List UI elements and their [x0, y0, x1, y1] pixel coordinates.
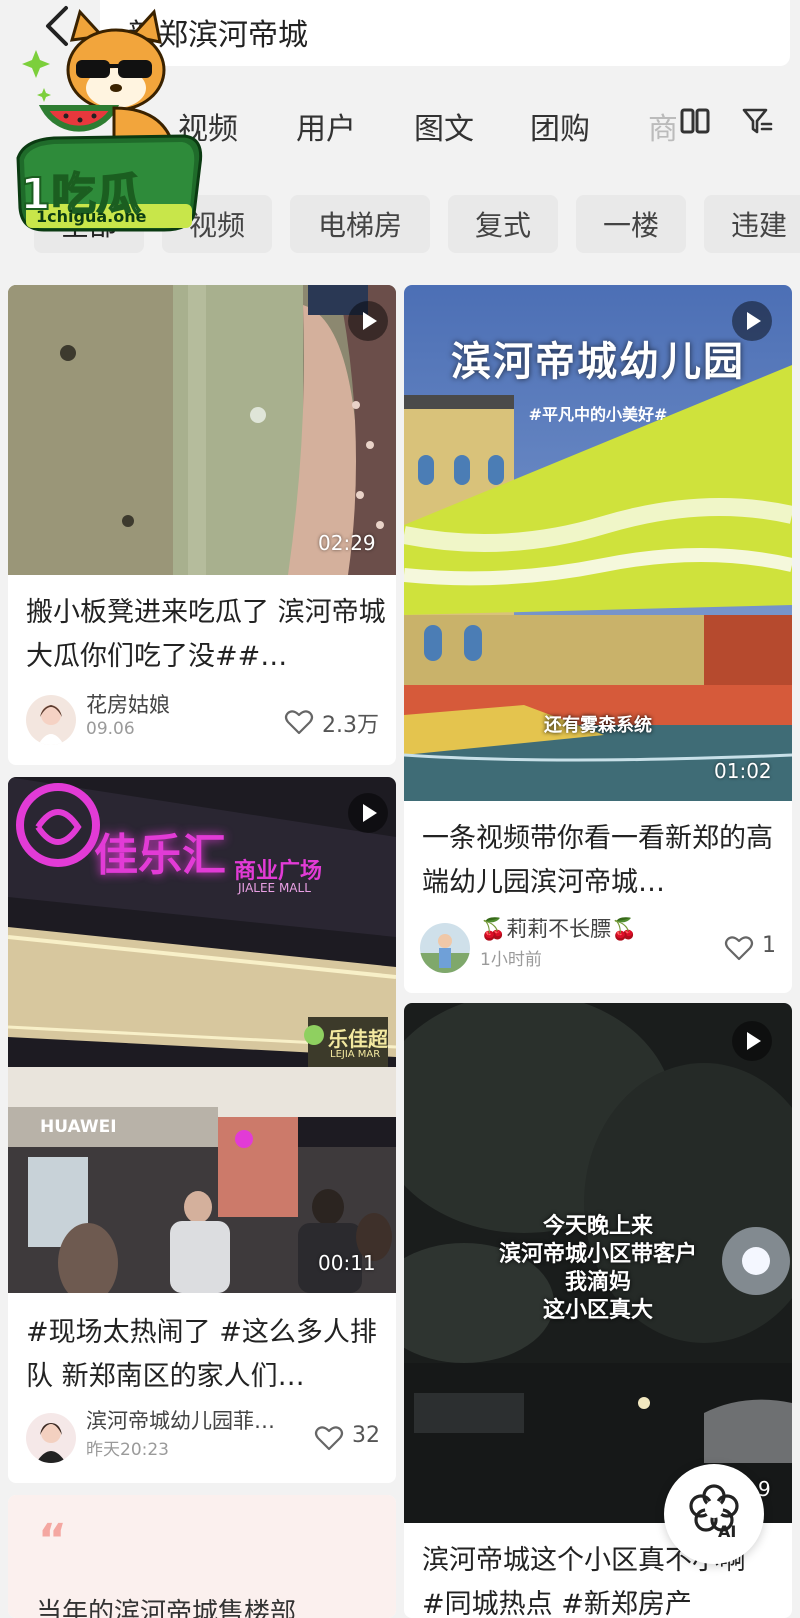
- author-avatar[interactable]: [420, 923, 470, 973]
- author-avatar[interactable]: [26, 695, 76, 745]
- heart-icon[interactable]: [314, 1423, 344, 1453]
- overlay-line-4: 这小区真大: [542, 1298, 653, 1323]
- overlay-line-3: 我滴妈: [564, 1270, 631, 1295]
- play-icon: [348, 793, 388, 833]
- video-duration: 02:29: [318, 531, 376, 555]
- watermark-logo: 1吃瓜 1chigua.one: [14, 8, 204, 233]
- feed-card[interactable]: 02:29 搬小板凳进来吃瓜了 滨河帝城大瓜你们吃了没##… 花房姑娘 09.0…: [8, 285, 396, 765]
- overlay-tag: #平凡中的小美好#: [528, 405, 668, 424]
- heart-icon[interactable]: [284, 707, 314, 737]
- video-duration: 00:11: [318, 1251, 376, 1275]
- tab-more[interactable]: 商: [648, 104, 676, 148]
- tab-image-text[interactable]: 图文: [414, 104, 474, 148]
- ai-label: AI: [718, 1522, 737, 1541]
- like-count: 32: [352, 1423, 380, 1448]
- video-duration: 01:02: [714, 759, 772, 783]
- overlay-caption: 还有雾森系统: [544, 715, 652, 736]
- play-icon: [348, 301, 388, 341]
- post-time: 昨天20:23: [86, 1440, 169, 1460]
- tab-users[interactable]: 用户: [296, 104, 356, 148]
- overlay-title: 滨河帝城幼儿园: [451, 339, 745, 385]
- like-count: 2.3万: [322, 713, 379, 738]
- filter-icon[interactable]: [740, 104, 774, 138]
- feed-card[interactable]: “ 当年的滨河帝城售楼部: [8, 1495, 396, 1618]
- card-title: 一条视频带你看一看新郑的高端幼儿园滨河帝城…: [422, 823, 773, 898]
- card-title: #现场太热闹了 #这么多人排队 新郑南区的家人们…: [26, 1317, 377, 1392]
- like-count: 1: [762, 933, 776, 958]
- heart-icon[interactable]: [724, 933, 754, 963]
- post-time: 09.06: [86, 719, 135, 739]
- author-name[interactable]: 花房姑娘: [86, 689, 170, 719]
- overlay-store: 乐佳超: [328, 1027, 388, 1051]
- post-time: 1小时前: [480, 950, 542, 970]
- feed-card[interactable]: 佳乐汇 商业广场 JIALEE MALL 乐佳超 LEJIA MAR HUAWE…: [8, 777, 396, 1483]
- author-avatar[interactable]: [26, 1413, 76, 1463]
- author-name[interactable]: 滨河帝城幼儿园菲…: [86, 1405, 275, 1435]
- layout-toggle-icon[interactable]: [678, 104, 712, 138]
- logo-url: 1chigua.one: [36, 207, 147, 226]
- overlay-line-1: 今天晚上来: [542, 1214, 653, 1239]
- feed-card[interactable]: 滨河帝城幼儿园 #平凡中的小美好# 还有雾森系统 01:02 一条视频带你看一看…: [404, 285, 792, 993]
- chip-elevator[interactable]: 电梯房: [290, 195, 430, 253]
- tab-group-buy[interactable]: 团购: [530, 104, 590, 148]
- quote-mark-icon: “: [38, 1515, 67, 1566]
- chip-illegal-build[interactable]: 违建: [704, 195, 800, 253]
- author-name[interactable]: 🍒莉莉不长膘🍒: [480, 913, 637, 943]
- play-icon: [732, 301, 772, 341]
- chip-duplex[interactable]: 复式: [448, 195, 558, 253]
- overlay-sign: 佳乐汇: [94, 830, 226, 881]
- chip-ground-floor[interactable]: 一楼: [576, 195, 686, 253]
- ai-assistant-button[interactable]: AI: [664, 1464, 764, 1564]
- card-title: 当年的滨河帝城售楼部: [36, 1598, 297, 1618]
- card-title: 搬小板凳进来吃瓜了 滨河帝城大瓜你们吃了没##…: [26, 597, 386, 672]
- overlay-sign-en: JIALEE MALL: [238, 881, 311, 895]
- overlay-line-2: 滨河帝城小区带客户: [498, 1242, 697, 1267]
- overlay-brand: HUAWEI: [40, 1117, 117, 1137]
- overlay-store-en: LEJIA MAR: [330, 1049, 381, 1060]
- play-icon: [732, 1021, 772, 1061]
